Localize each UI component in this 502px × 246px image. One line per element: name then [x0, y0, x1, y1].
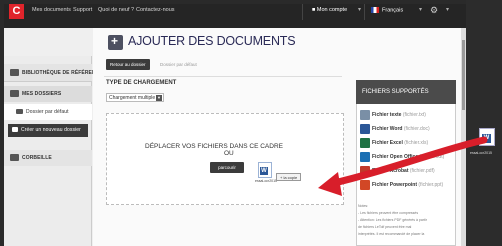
- add-folder-icon: [12, 127, 18, 133]
- sidebar-item-default-folder[interactable]: Dossier par défaut: [4, 104, 92, 120]
- gear-icon[interactable]: ⚙: [430, 5, 438, 16]
- chevron-down-icon[interactable]: ▾: [358, 6, 361, 13]
- folder-icon: [16, 109, 23, 115]
- sidebar-item-label: BIBLIOTHÈQUE DE RÉFÉRENCE: [22, 70, 103, 76]
- upload-type-label: TYPE DE CHARGEMENT: [106, 80, 177, 86]
- panel-note: - Les fichiers peuvent être compressés: [358, 211, 419, 215]
- panel-note: - Attention: Les fichiers PDF générés à …: [358, 218, 427, 222]
- desktop-file-icon[interactable]: W: [479, 128, 495, 146]
- chevron-down-icon: ▼: [156, 95, 162, 101]
- sidebar-item-label: Dossier par défaut: [26, 109, 69, 115]
- sidebar-item-label: MES DOSSIERS: [22, 91, 62, 97]
- trash-icon: [10, 154, 19, 162]
- chevron-down-icon[interactable]: ▾: [419, 6, 422, 13]
- file-type-item: Fichier Excel (fichier.xls): [372, 140, 429, 146]
- sidebar-item-folders[interactable]: MES DOSSIERS: [4, 86, 92, 102]
- account-label: Mon compte: [316, 7, 348, 13]
- button-label: Créer un nouveau dossier: [21, 127, 81, 133]
- dragged-file-name: essai-ocr2015: [255, 179, 277, 183]
- library-icon: [10, 69, 19, 77]
- panel-note: de fichiers LeTolf peuvent être mal: [358, 225, 412, 229]
- file-type-item: Fichier Open Office (fichier.odt): [372, 154, 445, 160]
- scrollbar-thumb[interactable]: [462, 40, 465, 110]
- drop-zone[interactable]: [106, 113, 344, 205]
- drop-instruction: DÉPLACER VOS FICHIERS DANS CE CADRE: [145, 143, 283, 150]
- language-label: Français: [382, 7, 404, 14]
- select-value: Chargement multiple: [109, 95, 156, 101]
- upload-type-select[interactable]: ▼ Chargement multiple: [106, 93, 164, 102]
- panel-note: Notes:: [358, 204, 369, 208]
- openoffice-file-icon: [360, 152, 370, 162]
- sidebar-item-trash[interactable]: CORBEILLE: [4, 150, 92, 166]
- panel-title: FICHIERS SUPPORTÉS: [356, 80, 456, 104]
- folder-icon: [10, 90, 19, 98]
- drop-or-label: OU: [224, 150, 234, 157]
- browse-button[interactable]: parcourir: [210, 162, 244, 173]
- create-folder-button[interactable]: Créer un nouveau dossier: [8, 124, 88, 137]
- file-type-item: Fichier Word (fichier.doc): [372, 126, 430, 132]
- add-document-icon: [108, 34, 123, 50]
- page-title: AJOUTER DES DOCUMENTS: [128, 34, 296, 48]
- desktop-background: [466, 0, 502, 246]
- word-file-icon: [360, 124, 370, 134]
- powerpoint-file-icon: [360, 180, 370, 190]
- nav-support[interactable]: Support: [73, 7, 92, 13]
- copy-tooltip: + la copie: [276, 173, 302, 181]
- chevron-down-icon[interactable]: ▾: [446, 6, 449, 13]
- app-logo[interactable]: C: [9, 4, 24, 19]
- nav-mes-documents[interactable]: Mes documents: [32, 7, 71, 13]
- divider: [364, 4, 365, 20]
- file-type-item: Fichier texte (fichier.txt): [372, 112, 426, 118]
- sidebar-item-reference[interactable]: BIBLIOTHÈQUE DE RÉFÉRENCE: [4, 64, 103, 82]
- back-to-folder-button[interactable]: Retour au dossier: [106, 59, 150, 70]
- excel-file-icon: [360, 138, 370, 148]
- text-file-icon: [360, 110, 370, 120]
- default-folder-link[interactable]: Dossier par défaut: [160, 62, 197, 67]
- panel-note: interprétés. Il est recommandé de placer…: [358, 232, 425, 236]
- divider: [302, 4, 303, 20]
- desktop-file-name: essai-ocr2015: [470, 151, 492, 155]
- account-menu[interactable]: ■ Mon compte: [312, 7, 347, 13]
- file-type-item: Fichier Powerpoint (fichier.ppt): [372, 182, 444, 188]
- flag-icon: [371, 7, 379, 13]
- dragged-file-icon: W: [258, 162, 272, 178]
- nav-contact[interactable]: Contactez-nous: [136, 7, 175, 13]
- pdf-file-icon: [360, 166, 370, 176]
- divider: [104, 76, 342, 77]
- language-menu[interactable]: Français: [371, 7, 403, 13]
- nav-quoi-de-neuf[interactable]: Quoi de neuf ?: [98, 7, 134, 13]
- file-type-item: Fichier Acrobat (fichier.pdf): [372, 168, 435, 174]
- sidebar-item-label: CORBEILLE: [22, 155, 52, 161]
